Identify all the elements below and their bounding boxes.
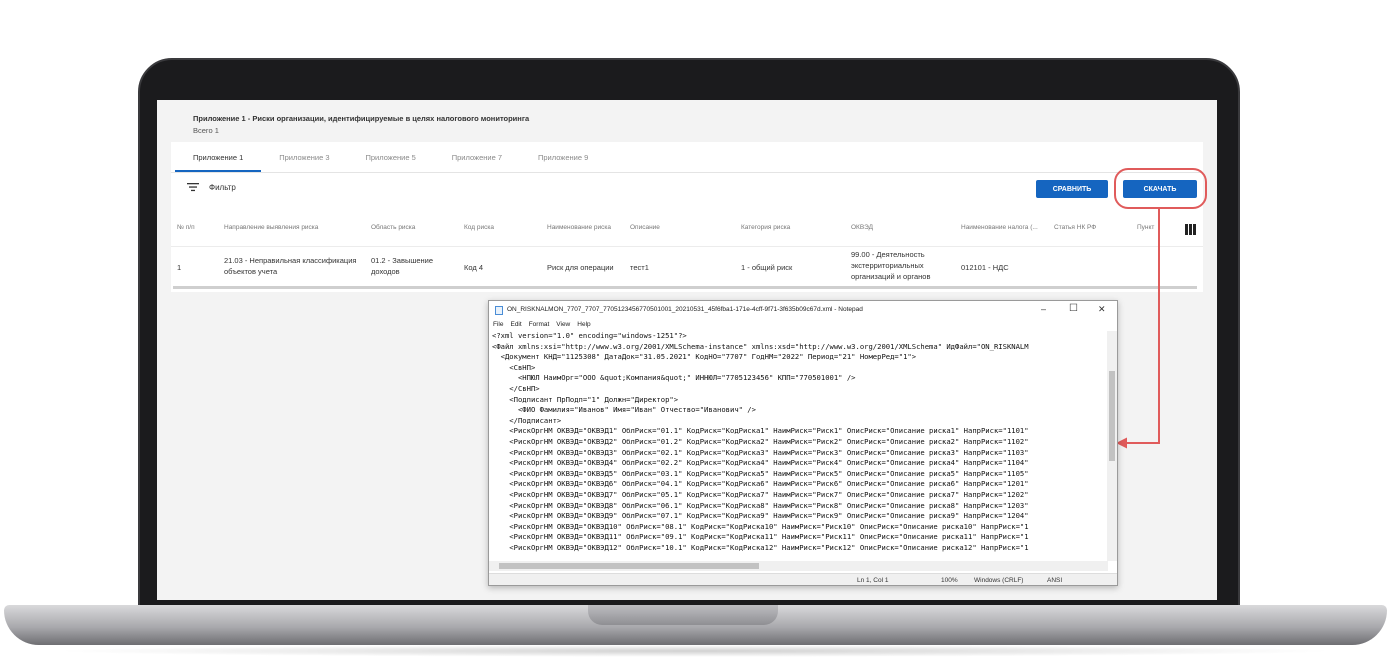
vertical-scroll-thumb[interactable]	[1109, 371, 1115, 461]
tab-appendix-3[interactable]: Приложение 3	[261, 146, 347, 172]
horizontal-scroll-thumb[interactable]	[499, 563, 759, 569]
notepad-title: ON_RISKNALMON_7707_7707_7705123456770501…	[507, 306, 863, 313]
menu-help[interactable]: Help	[577, 321, 590, 328]
text-line: </СвНП>	[492, 383, 540, 393]
compare-button[interactable]: СРАВНИТЬ	[1036, 180, 1108, 198]
cell-tax: 012101 - НДС	[961, 263, 1009, 272]
menu-view[interactable]: View	[556, 321, 570, 328]
col-direction[interactable]: Направление выявления риска	[224, 224, 318, 231]
close-icon[interactable]: ✕	[1098, 304, 1106, 315]
col-name[interactable]: Наименование риска	[547, 224, 611, 231]
cell-category: 1 - общий риск	[741, 263, 793, 272]
tab-appendix-7[interactable]: Приложение 7	[434, 146, 520, 172]
vertical-scrollbar[interactable]	[1107, 331, 1117, 561]
status-position: Ln 1, Col 1	[857, 577, 889, 584]
text-line: <РискОргНМ ОКВЭД="ОКВЭД4" ОблРиск="02.2"…	[492, 458, 1029, 468]
app-header: Приложение 1 - Риски организации, иденти…	[171, 100, 1203, 142]
text-line: <РискОргНМ ОКВЭД="ОКВЭД5" ОблРиск="03.1"…	[492, 468, 1029, 478]
notepad-statusbar: Ln 1, Col 1 100% Windows (CRLF) ANSI	[489, 573, 1117, 585]
notepad-window: ON_RISKNALMON_7707_7707_7705123456770501…	[488, 300, 1118, 586]
text-line: <?xml version="1.0" encoding="windows-12…	[492, 331, 687, 340]
cell-code: Код 4	[464, 263, 484, 272]
table-scrollbar[interactable]	[173, 286, 1197, 289]
tab-appendix-1[interactable]: Приложение 1	[175, 146, 262, 172]
main-panel: Приложение 1 Приложение 3 Приложение 5 П…	[171, 142, 1203, 292]
table-header: № п/п Направление выявления риска Област…	[171, 220, 1203, 238]
menu-file[interactable]: File	[493, 321, 503, 328]
col-item[interactable]: Пункт	[1137, 224, 1154, 231]
col-description[interactable]: Описание	[630, 224, 660, 231]
arrow-vertical	[1158, 209, 1160, 443]
status-zoom: 100%	[941, 577, 958, 584]
download-highlight-ring	[1114, 168, 1207, 209]
tab-appendix-5[interactable]: Приложение 5	[348, 146, 434, 172]
filter-icon	[187, 183, 199, 192]
text-line: <РискОргНМ ОКВЭД="ОКВЭД12" ОблРиск="10.1…	[492, 542, 1029, 552]
text-line: <Подписант ПрПодп="1" Должн="Директор">	[492, 394, 679, 404]
text-line: <РискОргНМ ОКВЭД="ОКВЭД11" ОблРиск="09.1…	[492, 532, 1029, 542]
col-code[interactable]: Код риска	[464, 224, 494, 231]
menu-edit[interactable]: Edit	[510, 321, 521, 328]
col-category[interactable]: Категория риска	[741, 224, 790, 231]
maximize-icon[interactable]: ☐	[1069, 303, 1078, 314]
notepad-menubar: File Edit Format View Help	[493, 321, 591, 328]
notepad-icon	[495, 306, 503, 315]
text-line: <РискОргНМ ОКВЭД="ОКВЭД7" ОблРиск="05.1"…	[492, 489, 1029, 499]
col-tax-article[interactable]: Статья НК РФ	[1054, 224, 1096, 231]
text-line: <Файл xmlns:xsi="http://www.w3.org/2001/…	[492, 341, 1029, 351]
arrow-horizontal	[1126, 442, 1160, 444]
horizontal-scrollbar[interactable]	[489, 561, 1108, 571]
text-line: </Подписант>	[492, 415, 562, 425]
page-title: Приложение 1 - Риски организации, иденти…	[193, 114, 530, 123]
col-tax-name[interactable]: Наименование налога (...	[961, 224, 1038, 231]
text-line: <НПЮЛ НаимОрг="ООО &quot;Компания&quot;"…	[492, 373, 856, 383]
notepad-text-area[interactable]: <?xml version="1.0" encoding="windows-12…	[489, 331, 1108, 561]
cell-num: 1	[177, 263, 182, 272]
filter-button[interactable]: Фильтр	[187, 182, 236, 192]
cell-okved: 99.00 - Деятельность экстерриториальных …	[851, 250, 931, 281]
laptop-notch	[588, 605, 778, 625]
text-line: <РискОргНМ ОКВЭД="ОКВЭД10" ОблРиск="08.1…	[492, 521, 1029, 531]
laptop-shadow	[50, 645, 1340, 657]
cell-description: тест1	[630, 263, 649, 272]
cell-direction: 21.03 - Неправильная классификация объек…	[224, 256, 357, 276]
cell-name: Риск для операции	[547, 263, 614, 272]
text-line: <РискОргНМ ОКВЭД="ОКВЭД6" ОблРиск="04.1"…	[492, 479, 1029, 489]
tab-appendix-9[interactable]: Приложение 9	[520, 146, 606, 172]
text-line: <РискОргНМ ОКВЭД="ОКВЭД1" ОблРиск="01.1"…	[492, 426, 1029, 436]
text-line: <СвНП>	[492, 362, 536, 372]
tab-bar: Приложение 1 Приложение 3 Приложение 5 П…	[175, 146, 606, 172]
text-line: <РискОргНМ ОКВЭД="ОКВЭД9" ОблРиск="07.1"…	[492, 511, 1029, 521]
cell-area: 01.2 - Завышение доходов	[371, 256, 434, 276]
col-area[interactable]: Область риска	[371, 224, 415, 231]
table-row[interactable]: 1 21.03 - Неправильная классификация объ…	[171, 246, 1203, 288]
text-line: <ФИО Фамилия="Иванов" Имя="Иван" Отчеств…	[492, 405, 756, 415]
col-num[interactable]: № п/п	[177, 224, 195, 231]
columns-icon[interactable]	[1185, 224, 1197, 236]
notepad-titlebar[interactable]: ON_RISKNALMON_7707_7707_7705123456770501…	[489, 301, 1117, 319]
status-line-ending: Windows (CRLF)	[974, 577, 1024, 584]
filter-label: Фильтр	[209, 182, 236, 192]
mockup-stage: Приложение 1 - Риски организации, иденти…	[0, 0, 1391, 665]
text-line: <РискОргНМ ОКВЭД="ОКВЭД2" ОблРиск="01.2"…	[492, 436, 1029, 446]
minimize-icon[interactable]: –	[1041, 304, 1046, 314]
menu-format[interactable]: Format	[529, 321, 550, 328]
status-encoding: ANSI	[1047, 577, 1063, 584]
text-line: <РискОргНМ ОКВЭД="ОКВЭД3" ОблРиск="02.1"…	[492, 447, 1029, 457]
total-count: Всего 1	[193, 126, 219, 135]
text-line: <Документ КНД="1125308" ДатаДок="31.05.2…	[492, 352, 917, 362]
text-line: <РискОргНМ ОКВЭД="ОКВЭД8" ОблРиск="06.1"…	[492, 500, 1029, 510]
col-okved[interactable]: ОКВЭД	[851, 224, 873, 231]
tabs-divider	[171, 172, 1203, 173]
